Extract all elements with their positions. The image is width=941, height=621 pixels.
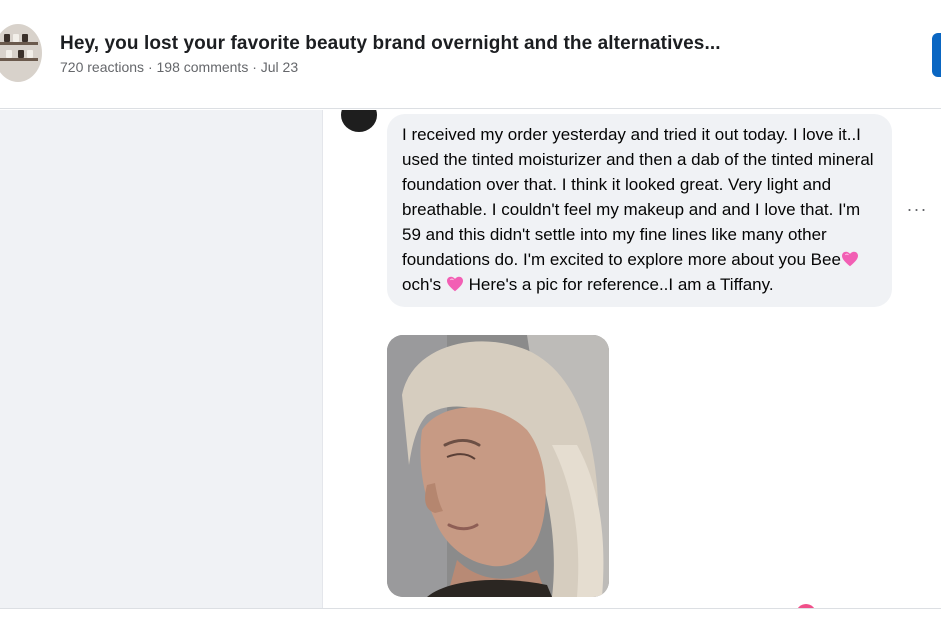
pink-heart-icon (446, 276, 464, 292)
comment-text-part2: och's (402, 275, 446, 294)
post-header: Hey, you lost your favorite beauty brand… (0, 0, 941, 109)
footer-bar (0, 608, 941, 621)
thumbnail-jar (27, 50, 33, 58)
thumbnail-jar (18, 50, 24, 58)
thumbnail-shelf (0, 58, 38, 61)
thumbnail-jar (13, 34, 19, 42)
thumbnail-jar (4, 34, 10, 42)
comment-bubble: I received my order yesterday and tried … (387, 114, 892, 307)
commenter-avatar[interactable] (341, 110, 377, 132)
post-meta: 720 reactions · 198 comments · Jul 23 (60, 59, 299, 75)
post-thumbnail[interactable] (0, 24, 42, 82)
left-pane (0, 110, 323, 608)
thumbnail-shelf (0, 42, 38, 45)
comment-thread: I received my order yesterday and tried … (324, 110, 941, 608)
thumbnail-jar (6, 50, 12, 58)
action-button[interactable] (932, 33, 941, 77)
comment-text-part3: Here's a pic for reference..I am a Tiffa… (463, 275, 774, 294)
comment-text-part1: I received my order yesterday and tried … (402, 125, 874, 269)
post-title[interactable]: Hey, you lost your favorite beauty brand… (60, 33, 721, 55)
pink-heart-icon (841, 251, 859, 267)
thumbnail-jar (22, 34, 28, 42)
comment-photo[interactable] (387, 335, 609, 597)
comment-text: I received my order yesterday and tried … (402, 122, 877, 297)
more-options-icon[interactable]: ··· (906, 198, 928, 220)
